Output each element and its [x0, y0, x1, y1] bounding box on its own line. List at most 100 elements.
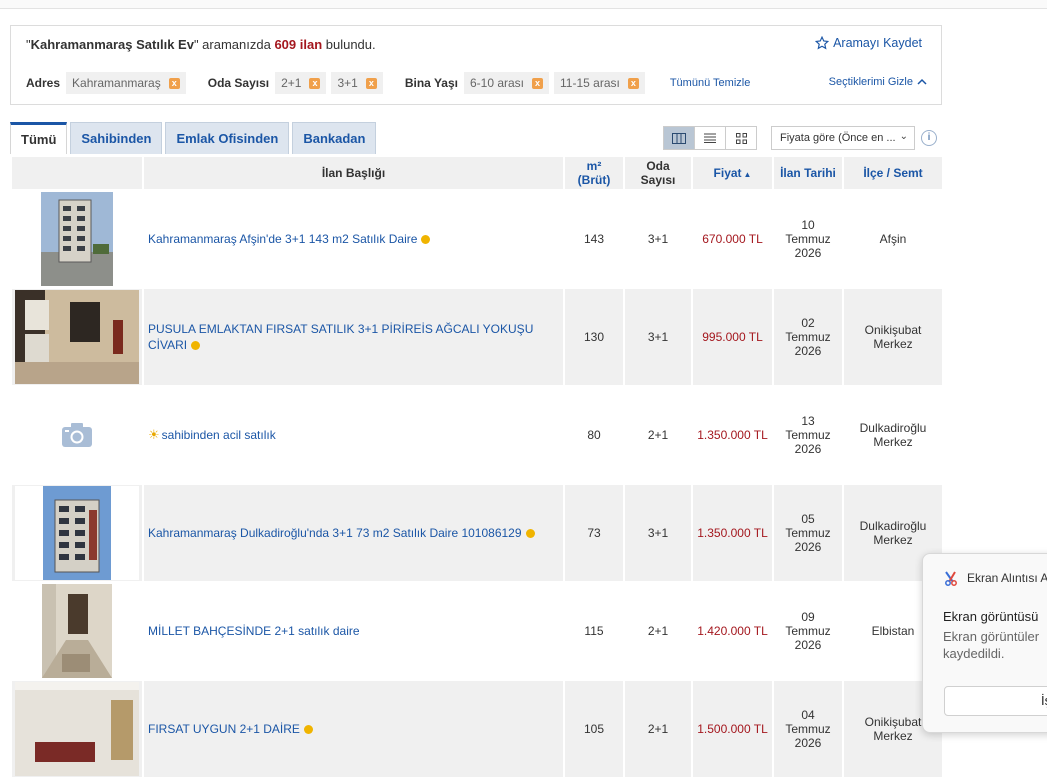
- snipping-tool-notification[interactable]: Ekran Alıntısı A Ekran görüntüsü Ekran g…: [922, 553, 1047, 733]
- listing-title-link[interactable]: FIRSAT UYGUN 2+1 DAİRE: [148, 722, 300, 736]
- listing-title-cell[interactable]: ☀ sahibinden acil satılık: [144, 387, 563, 483]
- table-row[interactable]: MİLLET BAHÇESİNDE 2+1 satılık daire 115 …: [12, 583, 942, 679]
- listing-photo-cell[interactable]: [12, 485, 142, 581]
- browser-top-edge: [0, 0, 1047, 9]
- district-area: Merkez: [873, 533, 913, 547]
- listing-photo[interactable]: [15, 682, 139, 776]
- header-date[interactable]: İlan Tarihi: [774, 157, 842, 189]
- table-row[interactable]: Kahramanmaraş Afşin'de 3+1 143 m2 Satılı…: [12, 191, 942, 287]
- grid-view-button[interactable]: [725, 126, 757, 150]
- notification-app-name: Ekran Alıntısı A: [967, 571, 1047, 585]
- listing-title-cell[interactable]: Kahramanmaraş Afşin'de 3+1 143 m2 Satılı…: [144, 191, 563, 287]
- info-icon[interactable]: i: [921, 130, 937, 146]
- listing-title-link[interactable]: MİLLET BAHÇESİNDE 2+1 satılık daire: [148, 624, 360, 638]
- header-price[interactable]: Fiyat ▲: [693, 157, 772, 189]
- listing-title-cell[interactable]: FIRSAT UYGUN 2+1 DAİRE: [144, 681, 563, 777]
- listing-photo[interactable]: [15, 486, 139, 580]
- table-view-icon: [672, 132, 686, 144]
- district-name: Dulkadiroğlu: [859, 519, 927, 533]
- clear-all-link[interactable]: Tümünü Temizle: [670, 77, 751, 89]
- listings-table: İlan Başlığı m² (Brüt) Oda Sayısı Fiyat ▲ İ…: [10, 155, 944, 779]
- notification-app-header: Ekran Alıntısı A: [943, 570, 1047, 586]
- listing-photo-cell[interactable]: [12, 289, 142, 385]
- date-month: Temmuz: [785, 428, 831, 442]
- list-view-icon: [704, 133, 716, 143]
- table-row[interactable]: ☀ sahibinden acil satılık 80 2+1 1.350.00…: [12, 387, 942, 483]
- table-row[interactable]: Kahramanmaraş Dulkadiroğlu'nda 3+1 73 m2…: [12, 485, 942, 581]
- remove-chip-icon[interactable]: x: [168, 77, 180, 89]
- result-count: 609 ilan: [274, 37, 323, 52]
- sort-dropdown[interactable]: Fiyata göre (Önce en ... ⌄: [771, 126, 915, 150]
- listing-title-link[interactable]: sahibinden acil satılık: [162, 428, 276, 442]
- view-mode-buttons: [663, 126, 757, 150]
- tab-all[interactable]: Tümü: [10, 122, 68, 154]
- snipping-tool-icon: [945, 571, 957, 586]
- date-month: Temmuz: [785, 722, 831, 736]
- hide-selected-link[interactable]: Seçtiklerimi Gizle: [829, 76, 927, 88]
- header-photo: [12, 157, 142, 189]
- remove-chip-icon[interactable]: x: [627, 77, 639, 89]
- list-view-button[interactable]: [694, 126, 726, 150]
- filter-chip-rooms-1[interactable]: 2+1 x: [275, 72, 327, 94]
- listing-area: 115: [565, 583, 623, 679]
- date-month: Temmuz: [785, 330, 831, 344]
- table-view-button[interactable]: [663, 126, 695, 150]
- remove-chip-icon[interactable]: x: [365, 77, 377, 89]
- date-month: Temmuz: [785, 232, 831, 246]
- listing-area: 80: [565, 387, 623, 483]
- listing-photo-cell[interactable]: [12, 681, 142, 777]
- listing-photo[interactable]: [42, 584, 112, 678]
- filter-chip-address[interactable]: Kahramanmaraş x: [66, 72, 186, 94]
- listing-title-cell[interactable]: Kahramanmaraş Dulkadiroğlu'nda 3+1 73 m2…: [144, 485, 563, 581]
- listing-area: 105: [565, 681, 623, 777]
- chevron-down-icon: ⌄: [899, 131, 908, 142]
- filter-chip-rooms-2[interactable]: 3+1 x: [331, 72, 383, 94]
- listing-title-link[interactable]: Kahramanmaraş Dulkadiroğlu'nda 3+1 73 m2…: [148, 526, 522, 540]
- featured-badge-icon: [421, 235, 431, 245]
- chip-label: 2+1: [281, 76, 302, 90]
- tab-owner[interactable]: Sahibinden: [70, 122, 163, 154]
- listing-district: Dulkadiroğlu Merkez: [844, 387, 942, 483]
- sort-selected-label: Fiyata göre (Önce en ...: [780, 132, 896, 144]
- listing-price: 1.420.000 TL: [693, 583, 772, 679]
- remove-chip-icon[interactable]: x: [532, 77, 544, 89]
- star-icon: [815, 36, 830, 50]
- chip-label: Kahramanmaraş: [72, 76, 161, 90]
- sort-ascending-icon: ▲: [743, 170, 752, 179]
- listing-date: 05 Temmuz 2026: [774, 485, 842, 581]
- date-year: 2026: [794, 246, 822, 260]
- district-area: Merkez: [873, 337, 913, 351]
- notification-action-button[interactable]: İş: [944, 686, 1047, 716]
- filter-chip-age-1[interactable]: 6-10 arası x: [463, 72, 550, 94]
- listing-price: 1.350.000 TL: [693, 387, 772, 483]
- listing-photo-cell[interactable]: [12, 583, 142, 679]
- listing-area: 130: [565, 289, 623, 385]
- listing-photo-cell[interactable]: [12, 387, 142, 483]
- listing-title-link[interactable]: PUSULA EMLAKTAN FIRSAT SATILIK 3+1 PİRİR…: [148, 322, 533, 352]
- district-area: Merkez: [873, 435, 913, 449]
- district-name: Dulkadiroğlu: [859, 421, 927, 435]
- listing-title-cell[interactable]: PUSULA EMLAKTAN FIRSAT SATILIK 3+1 PİRİR…: [144, 289, 563, 385]
- table-row[interactable]: FIRSAT UYGUN 2+1 DAİRE 105 2+1 1.500.000…: [12, 681, 942, 777]
- tab-agency[interactable]: Emlak Ofisinden: [165, 122, 290, 154]
- date-year: 2026: [794, 442, 822, 456]
- tab-bank[interactable]: Bankadan: [292, 122, 377, 154]
- date-month: Temmuz: [785, 526, 831, 540]
- table-row[interactable]: PUSULA EMLAKTAN FIRSAT SATILIK 3+1 PİRİR…: [12, 289, 942, 385]
- filter-chip-age-2[interactable]: 11-15 arası x: [554, 72, 645, 94]
- header-title[interactable]: İlan Başlığı: [144, 157, 563, 189]
- date-day: 09: [801, 610, 815, 624]
- listing-title-link[interactable]: Kahramanmaraş Afşin'de 3+1 143 m2 Satılı…: [148, 232, 417, 246]
- date-day: 05: [801, 512, 815, 526]
- header-area[interactable]: m² (Brüt): [565, 157, 623, 189]
- listing-photo[interactable]: [15, 290, 139, 384]
- listing-photo-cell[interactable]: [12, 191, 142, 287]
- remove-chip-icon[interactable]: x: [309, 77, 321, 89]
- header-district[interactable]: İlçe / Semt: [844, 157, 942, 189]
- chip-label: 3+1: [337, 76, 358, 90]
- listing-photo[interactable]: [41, 192, 113, 286]
- listing-price: 1.350.000 TL: [693, 485, 772, 581]
- listing-title-cell[interactable]: MİLLET BAHÇESİNDE 2+1 satılık daire: [144, 583, 563, 679]
- save-search-button[interactable]: Aramayı Kaydet: [815, 36, 922, 50]
- header-area-unit: m²: [586, 159, 602, 173]
